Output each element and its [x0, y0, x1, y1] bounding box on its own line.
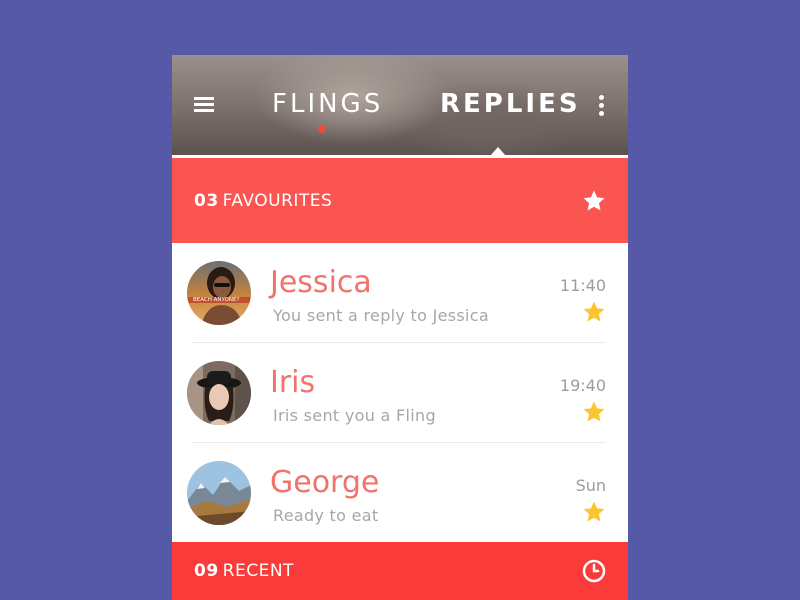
list-item-iris[interactable]: Iris Iris sent you a Fling 19:40	[172, 343, 628, 443]
recent-label: RECENT	[222, 561, 294, 581]
star-icon[interactable]	[582, 189, 606, 213]
recent-count: 09	[194, 561, 219, 581]
tab-replies[interactable]: REPLIES	[440, 89, 581, 119]
avatar	[187, 461, 251, 525]
tab-flings[interactable]: FLINGS	[272, 89, 383, 119]
hamburger-menu-icon[interactable]	[194, 97, 214, 113]
avatar	[187, 361, 251, 425]
list-item-jessica[interactable]: BEACH ANYONE? Jessica You sent a reply t…	[172, 243, 628, 343]
timestamp: 19:40	[559, 376, 606, 395]
timestamp: 11:40	[559, 276, 606, 295]
favourites-label: FAVOURITES	[222, 191, 333, 211]
contact-name: Jessica	[270, 265, 372, 300]
avatar: BEACH ANYONE?	[187, 261, 251, 325]
message-preview: Ready to eat	[273, 506, 379, 525]
timestamp: Sun	[575, 476, 606, 495]
header: FLINGS REPLIES	[172, 55, 628, 156]
favourites-title: 03 FAVOURITES	[194, 191, 332, 211]
favourites-count: 03	[194, 191, 219, 211]
app-window: FLINGS REPLIES 03 FAVOURITES BEACH ANYON…	[172, 55, 628, 600]
star-icon[interactable]	[582, 300, 606, 324]
recent-title: 09 RECENT	[194, 561, 294, 581]
list-item-george[interactable]: George Ready to eat Sun	[172, 443, 628, 543]
recent-section-header[interactable]: 09 RECENT	[172, 542, 628, 600]
star-icon[interactable]	[582, 500, 606, 524]
star-icon[interactable]	[582, 400, 606, 424]
contact-name: Iris	[270, 365, 316, 400]
more-vertical-icon[interactable]	[599, 95, 605, 117]
contact-name: George	[270, 465, 380, 500]
clock-icon[interactable]	[582, 559, 606, 583]
favourites-section-header[interactable]: 03 FAVOURITES	[172, 158, 628, 243]
message-preview: You sent a reply to Jessica	[273, 306, 489, 325]
notification-dot	[318, 125, 326, 133]
message-preview: Iris sent you a Fling	[273, 406, 436, 425]
avatar-caption: BEACH ANYONE?	[193, 297, 239, 303]
